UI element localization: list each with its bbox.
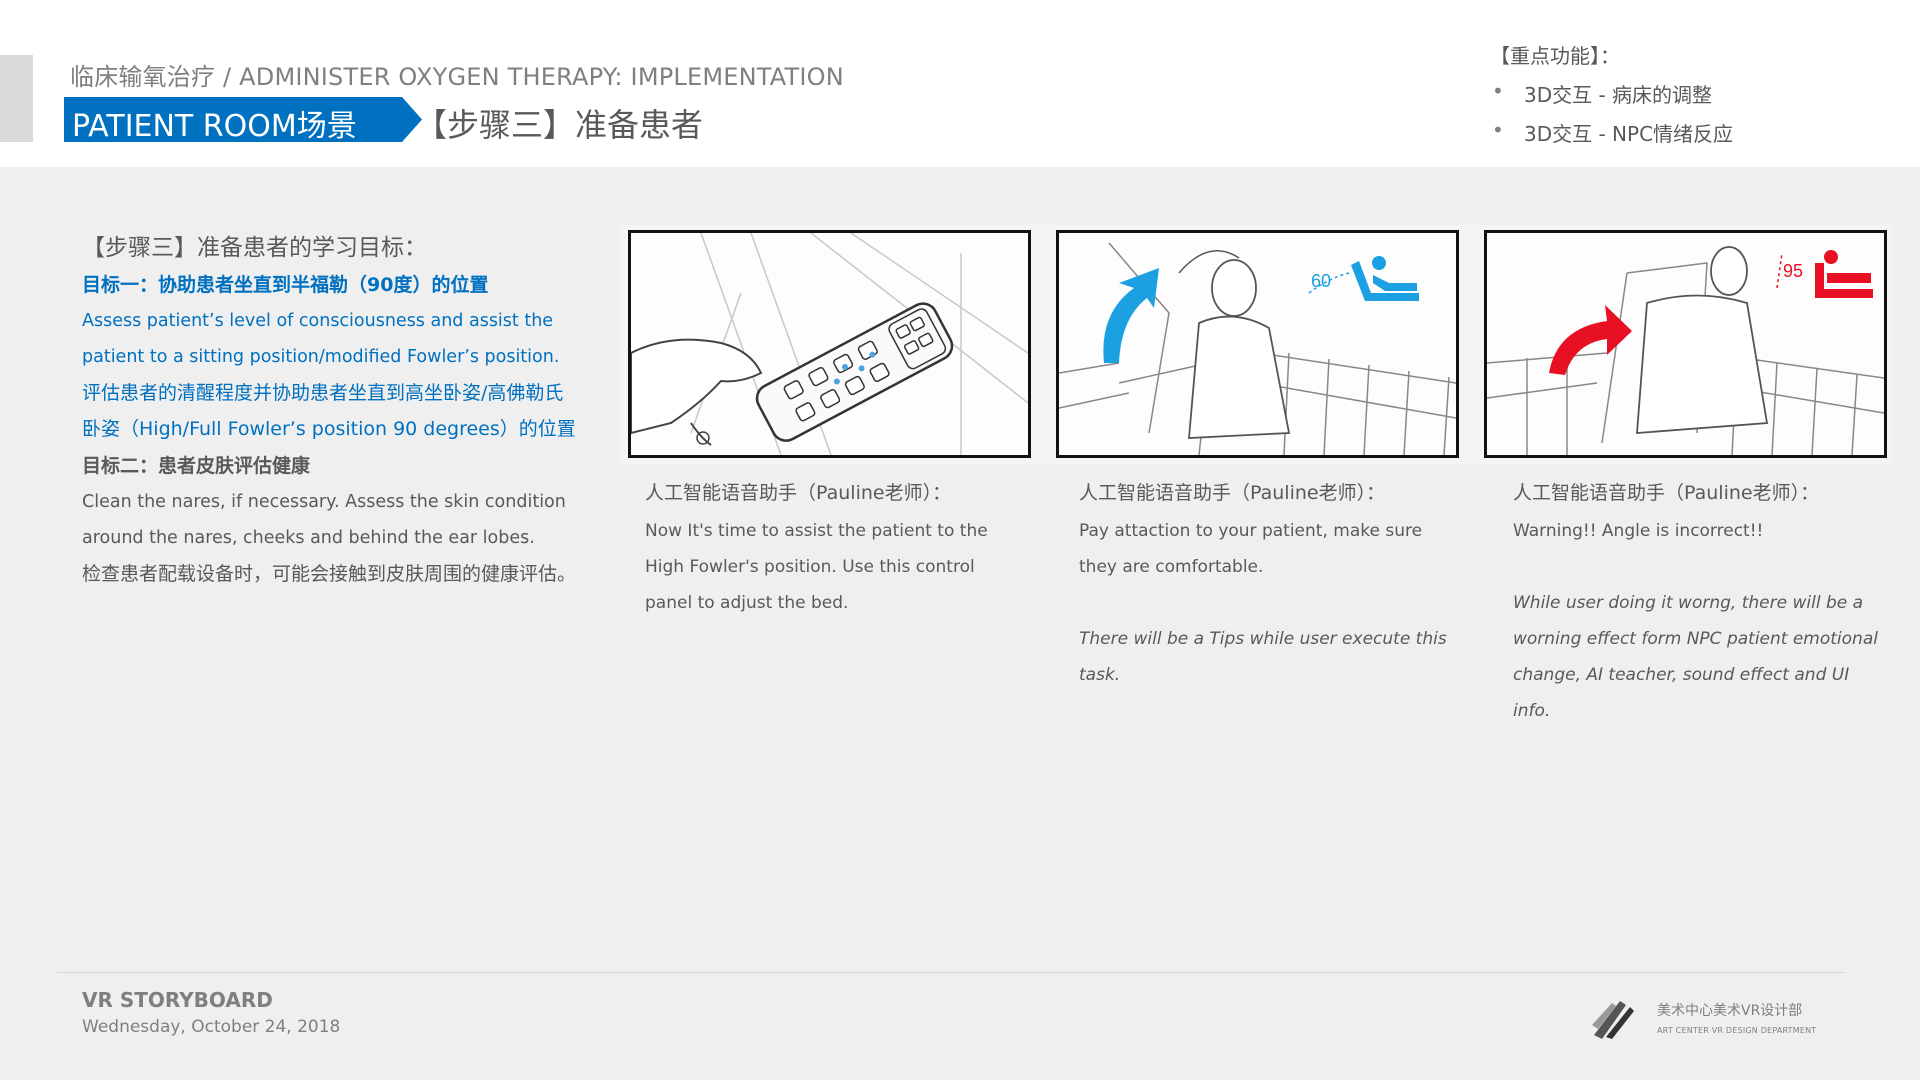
panel-caption: 人工智能语音助手（Pauline老师）： Now It's time to as… [645,478,1025,621]
section-tab [0,55,33,142]
department-name-en: ART CENTER VR DESIGN DEPARTMENT [1657,1026,1817,1035]
objectives-heading: 【步骤三】准备患者的学习目标： [82,235,427,261]
panel-caption: 人工智能语音助手（Pauline老师）： Pay attaction to yo… [1079,478,1459,693]
bed-remote-sketch [631,233,1028,455]
storyboard-panel-remote [628,230,1031,458]
department-logo-icon [1592,1001,1634,1039]
goal-two-english: Clean the nares, if necessary. Assess th… [82,492,566,548]
learning-objectives: 【步骤三】准备患者的学习目标： 目标一：协助患者坐直到半福勒（90度）的位置 A… [82,228,582,592]
caption-text: Warning!! Angle is incorrect!! [1513,521,1764,541]
storyboard-panel-warning: 95 [1484,230,1887,458]
goal-one-english: Assess patient’s level of consciousness … [82,311,560,367]
footer-title: VR STORYBOARD [82,988,273,1012]
key-features-title: 【重点功能】： [1490,44,1620,68]
header: 临床输氧治疗 / ADMINISTER OXYGEN THERAPY: IMPL… [0,0,1920,167]
goal-one-title: 目标一：协助患者坐直到半福勒（90度）的位置 [82,274,489,296]
key-features: 【重点功能】： 3D交互 - 病床的调整 3D交互 - NPC情绪反应 [1490,40,1733,157]
panel-caption: 人工智能语音助手（Pauline老师）： Warning!! Angle is … [1513,478,1883,729]
caption-speaker: 人工智能语音助手（Pauline老师）： [1079,482,1386,504]
goal-one-chinese: 评估患者的清醒程度并协助患者坐直到高坐卧姿/高佛勒氏卧姿（High/Full F… [82,382,576,440]
scene-tag-label: PATIENT ROOM场景 [72,109,357,144]
caption-text: Pay attaction to your patient, make sure… [1079,521,1423,577]
patient-warning-sketch: 95 [1487,233,1884,455]
caption-speaker: 人工智能语音助手（Pauline老师）： [645,482,952,504]
step-title: 【步骤三】准备患者 [415,106,704,144]
scene-tag: PATIENT ROOM场景 [64,97,422,144]
caption-note: While user doing it worng, there will be… [1513,593,1878,721]
angle-label: 95 [1783,261,1803,281]
goal-two-chinese: 检查患者配载设备时，可能会接触到皮肤周围的健康评估。 [82,563,577,585]
feature-item: 3D交互 - NPC情绪反应 [1490,118,1733,147]
department-name-cn: 美术中心美术VR设计部 [1657,1003,1803,1019]
angle-label: 60 [1311,271,1331,291]
caption-text: Now It's time to assist the patient to t… [645,521,988,613]
storyboard-panel-patient-comfortable: 60 [1056,230,1459,458]
patient-bed-sketch: 60 [1059,233,1456,455]
feature-item: 3D交互 - 病床的调整 [1490,79,1733,108]
footer-divider [57,972,1844,973]
caption-note: There will be a Tips while user execute … [1079,629,1447,685]
caption-speaker: 人工智能语音助手（Pauline老师）： [1513,482,1820,504]
footer-date: Wednesday, October 24, 2018 [82,1017,341,1037]
breadcrumb: 临床输氧治疗 / ADMINISTER OXYGEN THERAPY: IMPL… [70,63,844,91]
goal-two-title: 目标二：患者皮肤评估健康 [82,455,311,477]
